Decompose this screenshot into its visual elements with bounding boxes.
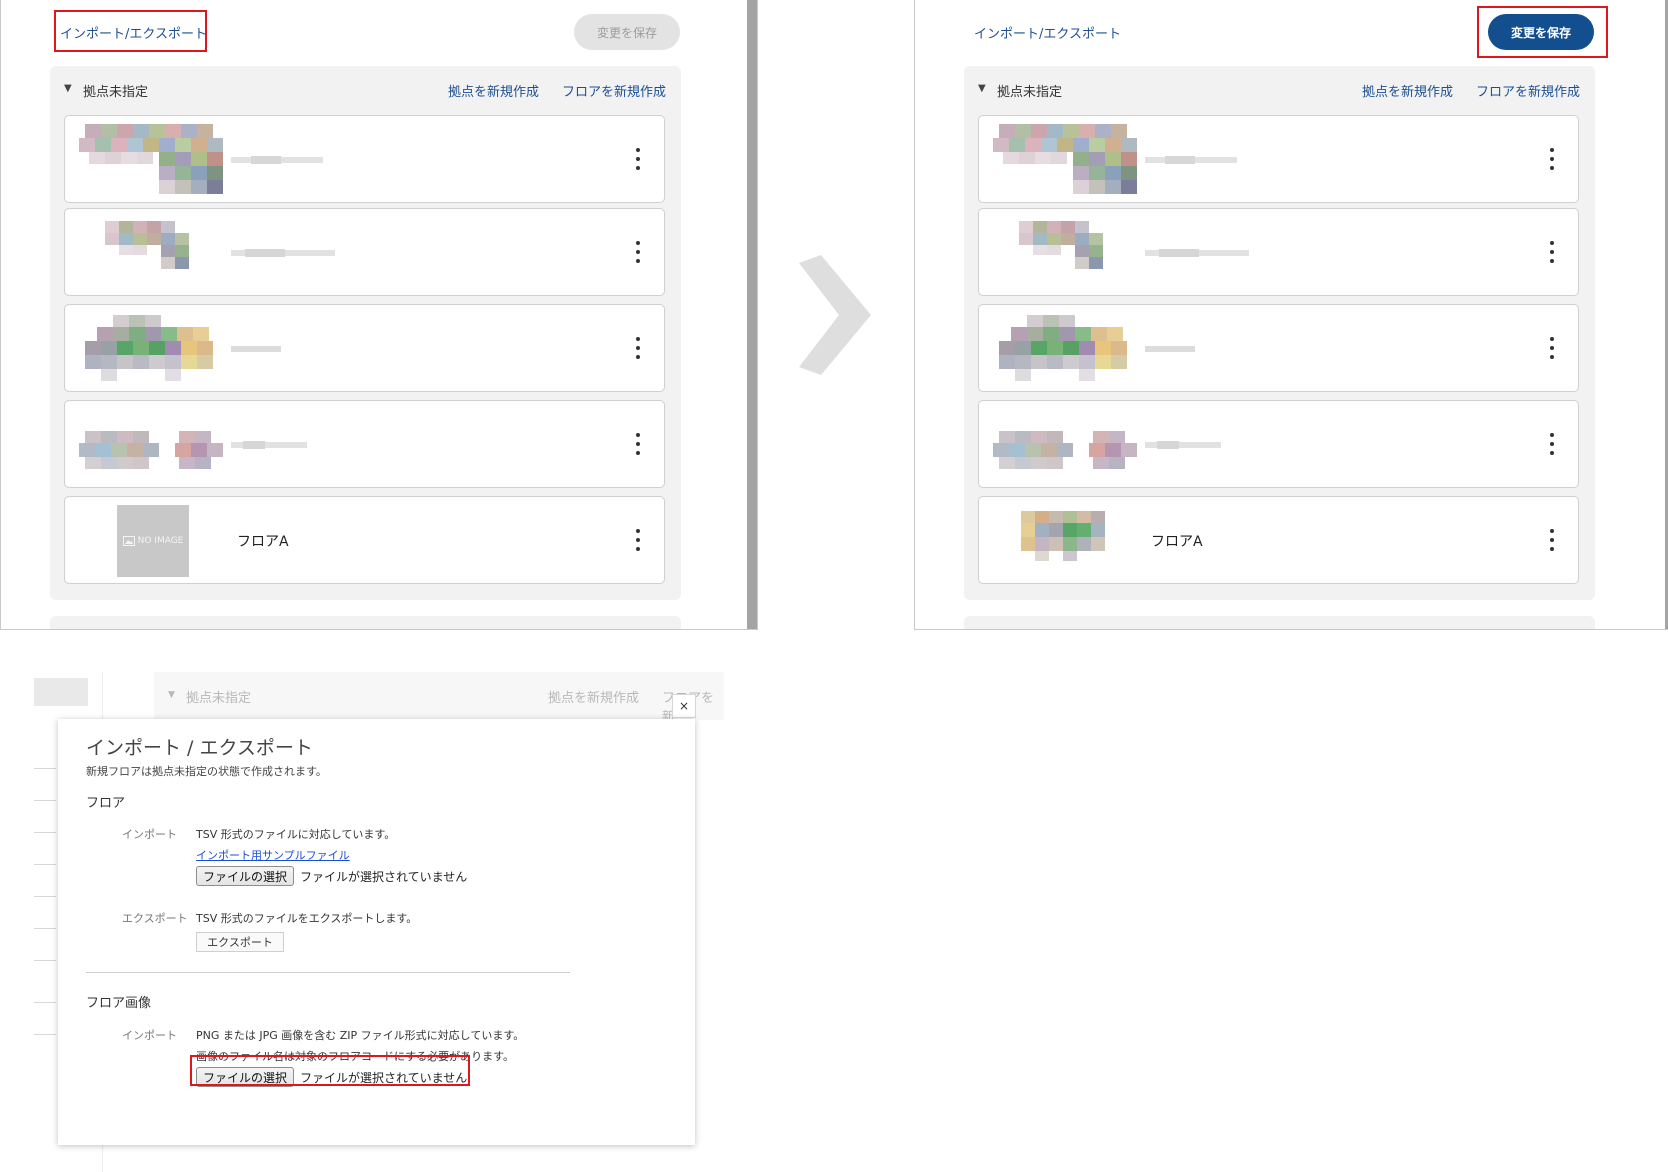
next-floor-group [50,616,681,629]
background-new-site-link: 拠点を新規作成 [548,691,640,706]
caret-down-icon[interactable]: ▼ [64,83,72,94]
floor-list-panel-after: インポート/エクスポート 変更を保存 ▼ 拠点未指定 拠点を新規作成 フロアを新… [914,0,1668,630]
floor-thumbnail [993,311,1143,387]
new-site-link[interactable]: 拠点を新規作成 [1362,81,1453,100]
floor-thumbnail [993,122,1143,198]
floor-file-input[interactable]: ファイルの選択 ファイルが選択されていません [196,865,467,887]
save-button-disabled: 変更を保存 [574,14,680,50]
floor-card[interactable] [64,115,665,203]
new-floor-link[interactable]: フロアを新規作成 [562,81,666,100]
floor-list-panel-before: インポート/エクスポート 変更を保存 ▼ 拠点未指定 拠点を新規作成 フロアを新… [0,0,758,630]
sidebar-divider [34,800,56,801]
floor-name-blurred [1145,437,1221,451]
floor-image-section-title: フロア画像 [86,996,152,1011]
image-icon [122,536,135,546]
floor-section-title: フロア [86,796,126,811]
dialog-title: インポート / エクスポート [86,737,313,759]
sample-file-link[interactable]: インポート用サンプルファイル [196,847,350,863]
floor-card[interactable] [978,304,1579,392]
floor-thumbnail [79,122,229,198]
floor-card[interactable] [978,208,1579,296]
caret-down-icon: ▼ [168,690,175,700]
floor-card[interactable]: NO IMAGE フロアA [64,496,665,584]
import-export-link[interactable]: インポート/エクスポート [974,23,1121,42]
more-vertical-icon[interactable] [634,527,642,553]
floor-group-header: ▼ 拠点未指定 拠点を新規作成 フロアを新規作成 [50,66,681,112]
section-divider [86,972,570,973]
dialog-subtitle: 新規フロアは拠点未指定の状態で作成されます。 [86,765,327,778]
caret-down-icon[interactable]: ▼ [978,83,986,94]
chevron-right-icon [795,255,871,379]
image-import-label: インポート [122,1029,177,1042]
floor-export-label: エクスポート [122,912,188,925]
floor-group: ▼ 拠点未指定 拠点を新規作成 フロアを新規作成 [50,66,681,600]
floor-name: フロアA [237,534,289,550]
close-button[interactable]: × [672,694,696,718]
floor-name-blurred [231,152,323,166]
more-vertical-icon[interactable] [1548,146,1556,172]
floor-group: ▼ 拠点未指定 拠点を新規作成 フロアを新規作成 [964,66,1595,600]
floor-thumbnail [99,215,199,291]
sidebar-divider [34,1002,56,1003]
no-image-placeholder: NO IMAGE [117,505,189,577]
scrollbar[interactable] [747,0,757,629]
floor-card[interactable] [978,115,1579,203]
floor-name-blurred [1145,341,1195,355]
sidebar-divider [34,960,56,961]
more-vertical-icon[interactable] [1548,527,1556,553]
floor-name-blurred [231,245,335,259]
new-floor-link[interactable]: フロアを新規作成 [1476,81,1580,100]
sidebar-divider [34,1034,56,1035]
floor-name: フロアA [1151,534,1203,550]
background-floor-group-header: ▼ 拠点未指定 拠点を新規作成 フロアを新 [154,672,724,725]
floor-group-header: ▼ 拠点未指定 拠点を新規作成 フロアを新規作成 [964,66,1595,112]
file-status: ファイルが選択されていません [300,869,468,884]
next-floor-group [964,616,1595,629]
highlight-box [190,1055,470,1086]
floor-import-label: インポート [122,828,177,841]
floor-card[interactable] [64,208,665,296]
group-title: 拠点未指定 [83,85,149,100]
sidebar-block [34,678,88,706]
floor-name-blurred [231,437,307,451]
floor-import-description: TSV 形式のファイルに対応しています。 [196,828,396,841]
sidebar-divider [34,864,56,865]
sidebar-divider [34,768,56,769]
more-vertical-icon[interactable] [634,146,642,172]
floor-thumbnail [1013,215,1113,291]
more-vertical-icon[interactable] [634,431,642,457]
floor-card[interactable]: フロアA [978,496,1579,584]
more-vertical-icon[interactable] [1548,431,1556,457]
sidebar-divider [34,896,56,897]
floor-card[interactable] [978,400,1579,488]
choose-file-button[interactable]: ファイルの選択 [196,866,295,886]
floor-card[interactable] [64,304,665,392]
more-vertical-icon[interactable] [634,335,642,361]
floor-name-blurred [231,341,281,355]
image-import-description: PNG または JPG 画像を含む ZIP ファイル形式に対応しています。 [196,1029,525,1042]
floor-name-blurred [1145,245,1249,259]
group-title: 拠点未指定 [997,85,1063,100]
floor-thumbnail [79,311,229,387]
floor-export-description: TSV 形式のファイルをエクスポートします。 [196,912,418,925]
sidebar-divider [34,832,56,833]
more-vertical-icon[interactable] [1548,239,1556,265]
floor-card[interactable] [64,400,665,488]
no-image-label: NO IMAGE [137,536,184,546]
floor-thumbnail [1017,503,1117,579]
highlight-box [1477,6,1608,58]
more-vertical-icon[interactable] [1548,335,1556,361]
floor-thumbnail [993,407,1143,483]
background-group-title: 拠点未指定 [186,691,252,706]
new-site-link[interactable]: 拠点を新規作成 [448,81,539,100]
export-button[interactable]: エクスポート [196,932,284,952]
highlight-box [54,10,207,52]
floor-thumbnail [79,407,229,483]
sidebar-divider [34,928,56,929]
floor-name-blurred [1145,152,1237,166]
more-vertical-icon[interactable] [634,239,642,265]
